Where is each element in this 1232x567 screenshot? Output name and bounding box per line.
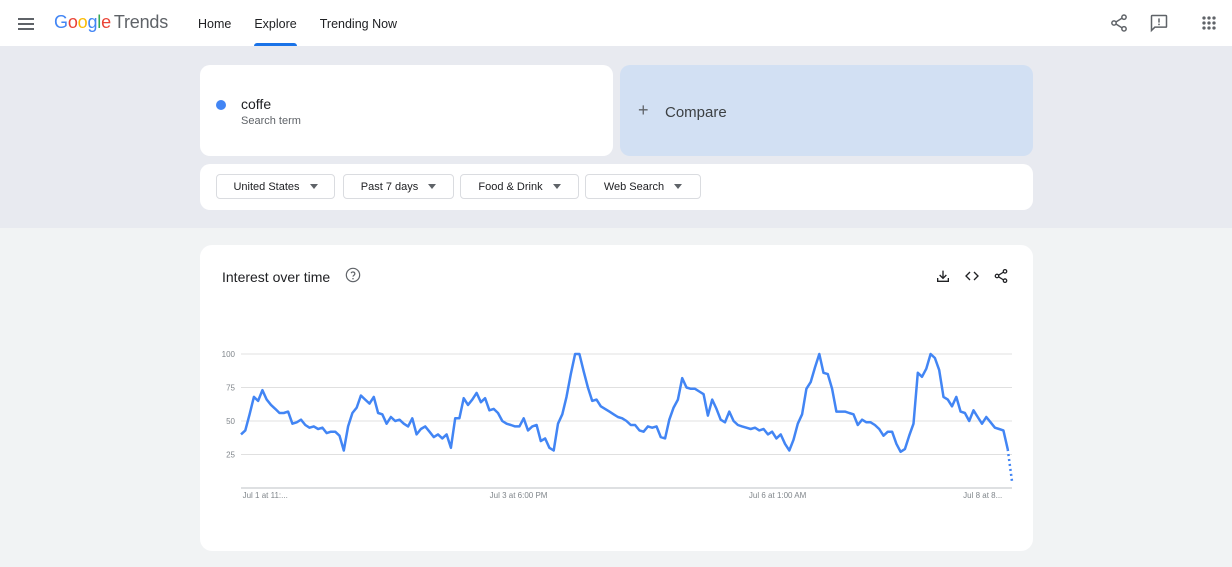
nav-explore[interactable]: Explore [254, 0, 298, 46]
main-nav: Home Explore Trending Now [198, 0, 420, 46]
filter-location-label: United States [233, 180, 300, 193]
filter-bar: United States Past 7 days Food & Drink W… [200, 164, 1033, 210]
nav-home[interactable]: Home [198, 0, 231, 46]
caret-down-icon [309, 184, 318, 189]
nav-trending-now[interactable]: Trending Now [320, 0, 397, 46]
y-tick-label: 50 [226, 417, 235, 426]
top-bar: Google Trends Home Explore Trending Now [0, 0, 1232, 46]
search-term-value[interactable]: coffe [241, 96, 271, 112]
x-tick-label: Jul 8 at 8... [963, 491, 1002, 500]
filter-location[interactable]: United States [216, 174, 335, 199]
plus-icon: + [638, 100, 649, 120]
filter-category-label: Food & Drink [478, 180, 543, 193]
apps-icon[interactable] [1199, 13, 1219, 33]
y-tick-label: 25 [226, 451, 235, 460]
interest-over-time-card: Interest over time 25 50 75 100 Jul 1 at 11:… [200, 245, 1033, 551]
y-tick-label: 100 [222, 350, 236, 359]
x-tick-label: Jul 1 at 11:... [243, 491, 288, 500]
filter-search-type[interactable]: Web Search [585, 174, 701, 199]
compare-label: Compare [665, 104, 727, 121]
x-tick-label: Jul 6 at 1:00 AM [749, 491, 807, 500]
term-color-dot [216, 100, 226, 110]
search-term-card[interactable]: coffe Search term [200, 65, 613, 156]
series-line [240, 352, 1009, 454]
filter-search-type-label: Web Search [603, 180, 665, 193]
y-tick-label: 75 [226, 384, 235, 393]
search-term-label: Search term [241, 115, 301, 127]
filter-category[interactable]: Food & Drink [460, 174, 579, 199]
filter-time-range[interactable]: Past 7 days [343, 174, 454, 199]
series-line-partial [1006, 448, 1014, 482]
menu-icon[interactable] [14, 12, 38, 36]
share-icon[interactable] [1109, 13, 1129, 33]
filter-time-range-label: Past 7 days [360, 180, 419, 193]
logo-trends: Trends [113, 12, 169, 32]
compare-button[interactable]: + Compare [620, 65, 1033, 156]
caret-down-icon [428, 184, 437, 189]
x-tick-label: Jul 3 at 6:00 PM [490, 491, 548, 500]
line-chart[interactable]: 25 50 75 100 Jul 1 at 11:... Jul 3 at 6:00 PM… [200, 245, 1033, 551]
feedback-icon[interactable] [1149, 13, 1169, 33]
caret-down-icon [674, 184, 683, 189]
logo-google: Google [54, 12, 111, 32]
caret-down-icon [552, 184, 561, 189]
google-trends-logo[interactable]: Google Trends [54, 12, 168, 33]
